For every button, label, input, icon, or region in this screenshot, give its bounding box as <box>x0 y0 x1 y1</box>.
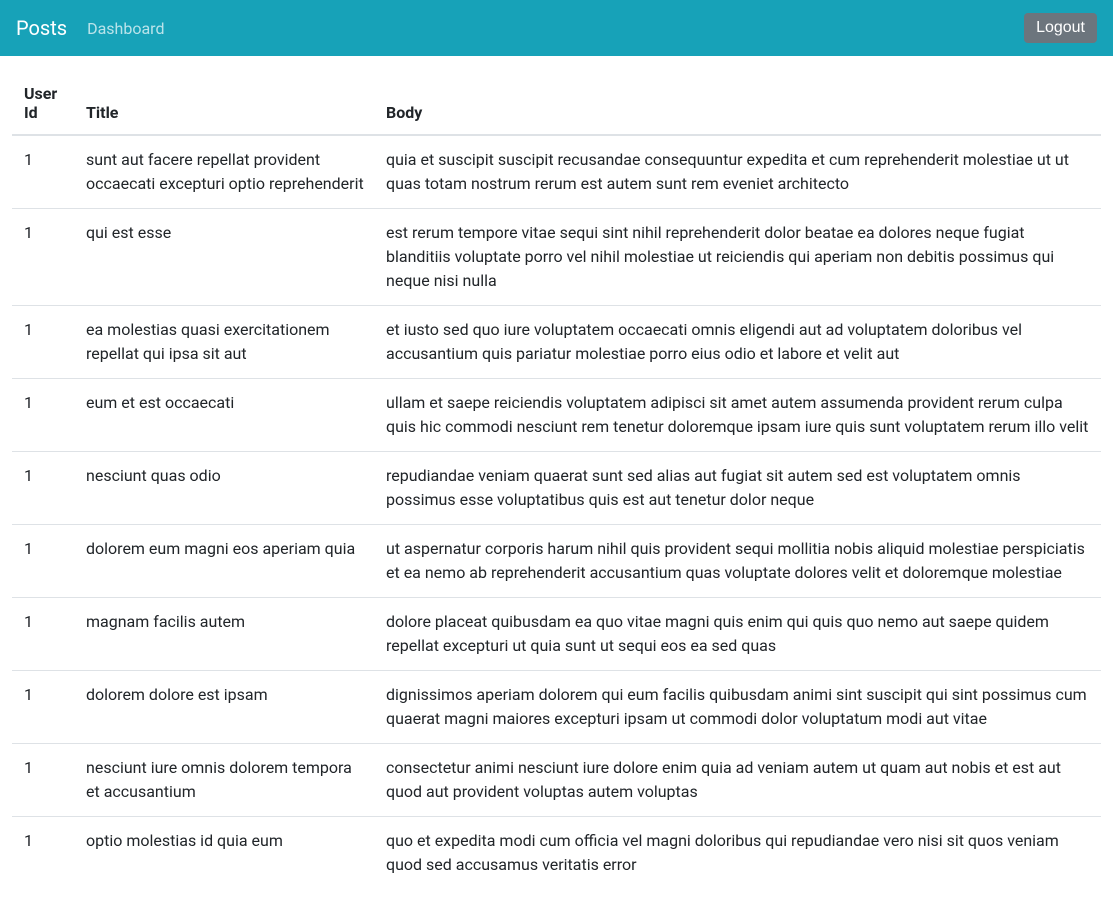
cell-userid: 1 <box>12 209 74 306</box>
cell-body: ut aspernatur corporis harum nihil quis … <box>374 525 1101 598</box>
navbar-brand[interactable]: Posts <box>16 16 67 40</box>
table-row[interactable]: 1sunt aut facere repellat provident occa… <box>12 135 1101 209</box>
table-row[interactable]: 1eum et est occaecatiullam et saepe reic… <box>12 379 1101 452</box>
table-row[interactable]: 1optio molestias id quia eumquo et exped… <box>12 817 1101 890</box>
cell-userid: 1 <box>12 306 74 379</box>
cell-userid: 1 <box>12 525 74 598</box>
cell-title: nesciunt quas odio <box>74 452 374 525</box>
posts-table: User Id Title Body 1sunt aut facere repe… <box>12 72 1101 889</box>
header-userid: User Id <box>12 72 74 135</box>
cell-body: et iusto sed quo iure voluptatem occaeca… <box>374 306 1101 379</box>
cell-title: dolorem dolore est ipsam <box>74 671 374 744</box>
navbar-dashboard-link[interactable]: Dashboard <box>87 19 164 38</box>
cell-title: sunt aut facere repellat provident occae… <box>74 135 374 209</box>
table-row[interactable]: 1dolorem eum magni eos aperiam quiaut as… <box>12 525 1101 598</box>
cell-title: nesciunt iure omnis dolorem tempora et a… <box>74 744 374 817</box>
cell-body: dolore placeat quibusdam ea quo vitae ma… <box>374 598 1101 671</box>
main-container: User Id Title Body 1sunt aut facere repe… <box>0 72 1113 889</box>
cell-title: ea molestias quasi exercitationem repell… <box>74 306 374 379</box>
cell-title: qui est esse <box>74 209 374 306</box>
cell-userid: 1 <box>12 671 74 744</box>
cell-userid: 1 <box>12 744 74 817</box>
cell-title: dolorem eum magni eos aperiam quia <box>74 525 374 598</box>
cell-body: quo et expedita modi cum officia vel mag… <box>374 817 1101 890</box>
cell-body: dignissimos aperiam dolorem qui eum faci… <box>374 671 1101 744</box>
cell-userid: 1 <box>12 452 74 525</box>
cell-body: est rerum tempore vitae sequi sint nihil… <box>374 209 1101 306</box>
cell-body: quia et suscipit suscipit recusandae con… <box>374 135 1101 209</box>
table-row[interactable]: 1magnam facilis autemdolore placeat quib… <box>12 598 1101 671</box>
table-row[interactable]: 1ea molestias quasi exercitationem repel… <box>12 306 1101 379</box>
cell-title: optio molestias id quia eum <box>74 817 374 890</box>
header-body: Body <box>374 72 1101 135</box>
navbar-left: Posts Dashboard <box>16 16 164 40</box>
header-title: Title <box>74 72 374 135</box>
cell-title: magnam facilis autem <box>74 598 374 671</box>
table-row[interactable]: 1qui est esseest rerum tempore vitae seq… <box>12 209 1101 306</box>
cell-body: repudiandae veniam quaerat sunt sed alia… <box>374 452 1101 525</box>
navbar: Posts Dashboard Logout <box>0 0 1113 56</box>
cell-userid: 1 <box>12 598 74 671</box>
cell-body: consectetur animi nesciunt iure dolore e… <box>374 744 1101 817</box>
table-row[interactable]: 1nesciunt quas odiorepudiandae veniam qu… <box>12 452 1101 525</box>
table-header-row: User Id Title Body <box>12 72 1101 135</box>
cell-userid: 1 <box>12 135 74 209</box>
table-row[interactable]: 1nesciunt iure omnis dolorem tempora et … <box>12 744 1101 817</box>
cell-userid: 1 <box>12 817 74 890</box>
table-row[interactable]: 1dolorem dolore est ipsamdignissimos ape… <box>12 671 1101 744</box>
logout-button[interactable]: Logout <box>1024 13 1097 43</box>
cell-title: eum et est occaecati <box>74 379 374 452</box>
cell-body: ullam et saepe reiciendis voluptatem adi… <box>374 379 1101 452</box>
cell-userid: 1 <box>12 379 74 452</box>
